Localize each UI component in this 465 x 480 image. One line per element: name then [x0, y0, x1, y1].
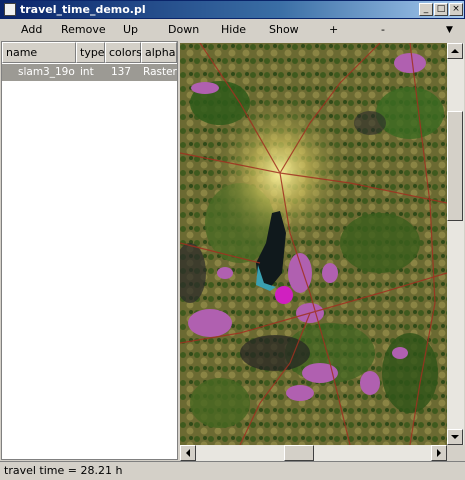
maximize-button[interactable]: □ [434, 3, 448, 16]
scroll-right-button[interactable] [431, 445, 447, 461]
column-header-name[interactable]: name [2, 42, 76, 63]
vertical-scrollbar[interactable] [447, 43, 464, 445]
horizontal-scrollbar[interactable] [180, 445, 447, 461]
cell-colors: 137 [111, 66, 132, 78]
scroll-left-button[interactable] [180, 445, 196, 461]
remove-button[interactable]: Remove [61, 23, 106, 36]
zoom-in-button[interactable]: + [329, 23, 338, 36]
horizontal-scroll-thumb[interactable] [284, 445, 314, 461]
window-title: travel_time_demo.pl [20, 3, 146, 16]
column-header-colors[interactable]: colors [105, 42, 142, 63]
arrow-right-icon [437, 449, 441, 457]
scroll-down-button[interactable] [447, 429, 463, 445]
scroll-up-button[interactable] [447, 43, 463, 59]
hide-button[interactable]: Hide [221, 23, 246, 36]
app-icon [4, 3, 16, 16]
status-text: travel time = 28.21 h [4, 464, 123, 477]
arrow-down-icon [451, 435, 459, 439]
down-button[interactable]: Down [168, 23, 199, 36]
dropdown-arrow-icon[interactable]: ▼ [446, 25, 453, 35]
cell-type: int [80, 66, 94, 78]
column-header-type[interactable]: type [76, 42, 105, 63]
status-bar: travel time = 28.21 h [0, 461, 465, 480]
cell-alpha: Raster [143, 66, 177, 78]
minimize-button[interactable]: _ [419, 3, 433, 16]
up-button[interactable]: Up [123, 23, 138, 36]
layer-list[interactable]: name type colors alpha slam3_19o int 137… [1, 41, 178, 460]
vertical-scroll-thumb[interactable] [447, 111, 463, 221]
arrow-left-icon [186, 449, 190, 457]
show-button[interactable]: Show [269, 23, 299, 36]
table-row[interactable]: slam3_19o int 137 Raster [2, 64, 177, 81]
arrow-up-icon [451, 49, 459, 53]
raster-map-image [180, 43, 447, 445]
map-view[interactable] [180, 43, 447, 445]
zoom-out-button[interactable]: - [381, 23, 385, 36]
scrollbar-corner [447, 445, 464, 461]
title-bar[interactable]: travel_time_demo.pl _ □ × [0, 0, 465, 19]
column-header-alpha[interactable]: alpha [141, 42, 177, 63]
toolbar: Add Remove Up Down Hide Show + - ▼ [0, 19, 465, 41]
close-button[interactable]: × [449, 3, 463, 16]
cell-name: slam3_19o [18, 66, 75, 78]
add-button[interactable]: Add [21, 23, 42, 36]
